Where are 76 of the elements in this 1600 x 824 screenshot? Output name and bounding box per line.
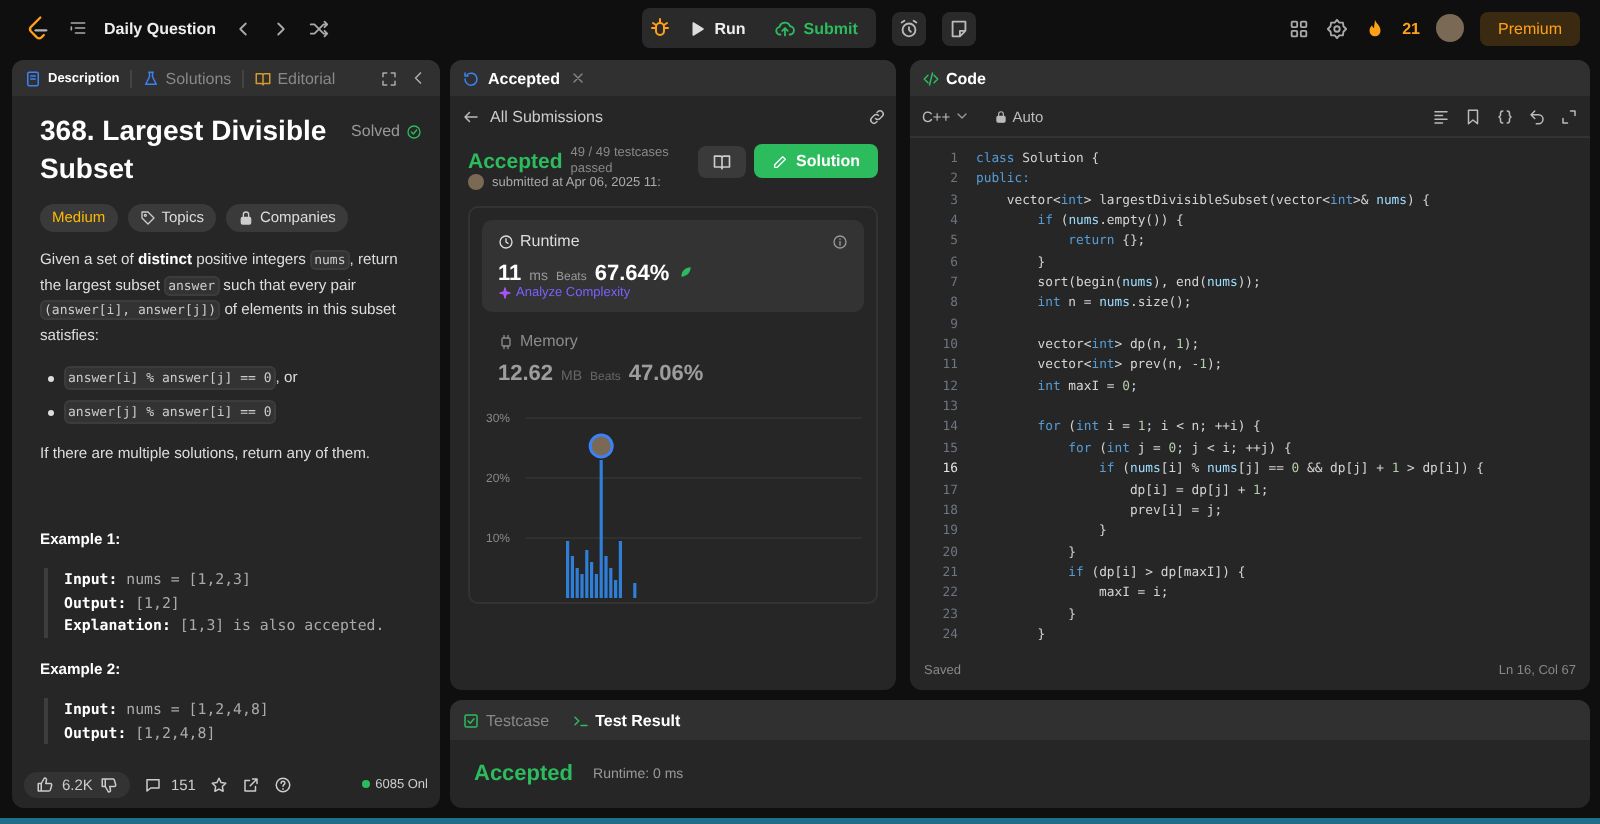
alarm-icon bbox=[897, 17, 920, 39]
sparkle-icon bbox=[498, 286, 512, 300]
star-icon[interactable] bbox=[209, 775, 228, 793]
grid-icon[interactable] bbox=[1288, 17, 1311, 39]
thumbs-up-icon[interactable] bbox=[36, 775, 54, 793]
undo-icon[interactable] bbox=[1528, 107, 1546, 125]
problem-list-link[interactable]: Daily Question bbox=[104, 19, 217, 37]
runtime-beats: 67.64% bbox=[594, 262, 670, 286]
avatar[interactable] bbox=[1436, 14, 1464, 42]
thumbs-down-icon[interactable] bbox=[100, 775, 119, 793]
help-icon[interactable] bbox=[273, 775, 292, 793]
bug-icon[interactable] bbox=[648, 16, 673, 40]
histogram-drawing bbox=[566, 460, 637, 598]
expand-icon[interactable] bbox=[1560, 107, 1578, 125]
play-icon bbox=[688, 19, 707, 37]
panel-tab[interactable]: Test Result bbox=[571, 711, 681, 729]
format-icon[interactable] bbox=[1432, 107, 1450, 125]
close-icon[interactable] bbox=[570, 70, 587, 86]
verdict-text: Accepted bbox=[468, 149, 563, 173]
back-arrow-icon[interactable] bbox=[462, 107, 480, 125]
result-verdict: Accepted bbox=[474, 762, 574, 786]
expand-icon[interactable] bbox=[380, 69, 398, 87]
avatar bbox=[468, 174, 484, 190]
lock-icon bbox=[237, 210, 254, 226]
code-tab[interactable]: Code bbox=[922, 69, 986, 87]
panel-tab[interactable]: Testcase bbox=[462, 711, 550, 729]
checkbox-icon bbox=[462, 711, 480, 729]
alarm-button[interactable] bbox=[891, 11, 926, 45]
chevron-down-icon bbox=[954, 108, 971, 124]
all-submissions-link[interactable]: All Submissions bbox=[490, 107, 603, 125]
runtime-value: 11 bbox=[498, 262, 522, 286]
code-icon bbox=[922, 69, 940, 87]
history-icon bbox=[462, 69, 480, 87]
tag-icon bbox=[139, 210, 156, 226]
note-button[interactable] bbox=[941, 11, 976, 45]
check-circle-icon bbox=[406, 124, 422, 141]
share-icon[interactable] bbox=[241, 775, 260, 793]
problem-title: 368. Largest Divisible Subset bbox=[40, 112, 329, 188]
online-dot bbox=[361, 780, 370, 788]
memory-icon bbox=[498, 333, 514, 349]
leaf-icon bbox=[677, 264, 694, 280]
solved-status: Solved bbox=[351, 120, 422, 145]
book-icon bbox=[712, 151, 732, 171]
clock-icon bbox=[498, 233, 514, 249]
panel-tab[interactable]: Editorial bbox=[253, 69, 336, 87]
logo-icon[interactable] bbox=[24, 14, 52, 42]
streak-count: 21 bbox=[1402, 19, 1420, 37]
avatar-marker bbox=[588, 433, 614, 459]
link-icon[interactable] bbox=[868, 107, 886, 125]
memory-beats: 47.06% bbox=[628, 362, 704, 386]
braces-icon[interactable] bbox=[1496, 107, 1514, 125]
premium-button[interactable]: Premium bbox=[1480, 11, 1581, 45]
shuffle-icon[interactable] bbox=[308, 17, 331, 39]
runtime-label: Runtime bbox=[520, 232, 580, 250]
comment-icon[interactable] bbox=[144, 775, 163, 793]
info-icon[interactable] bbox=[832, 233, 848, 249]
book-icon bbox=[253, 69, 272, 87]
editorial-button[interactable] bbox=[698, 145, 746, 177]
settings-icon[interactable] bbox=[1326, 17, 1349, 39]
bullet-dot bbox=[48, 375, 54, 381]
memory-label: Memory bbox=[520, 332, 578, 350]
lock-icon bbox=[994, 109, 1009, 123]
flask-icon bbox=[141, 69, 160, 87]
list-icon[interactable] bbox=[68, 18, 88, 38]
panel-tab[interactable]: Solutions bbox=[141, 69, 232, 87]
document-icon bbox=[24, 69, 42, 87]
cloud-upload-icon bbox=[773, 17, 796, 39]
note-icon bbox=[947, 17, 970, 39]
submission-tab[interactable]: Accepted bbox=[462, 69, 561, 87]
submit-button[interactable]: Submit bbox=[761, 13, 870, 43]
bookmark-icon[interactable] bbox=[1464, 107, 1482, 125]
memory-value: 12.62 bbox=[498, 362, 554, 386]
edit-icon bbox=[772, 153, 788, 169]
run-button[interactable]: Run bbox=[676, 15, 758, 41]
terminal-icon bbox=[571, 711, 590, 729]
bullet-dot bbox=[48, 409, 54, 415]
